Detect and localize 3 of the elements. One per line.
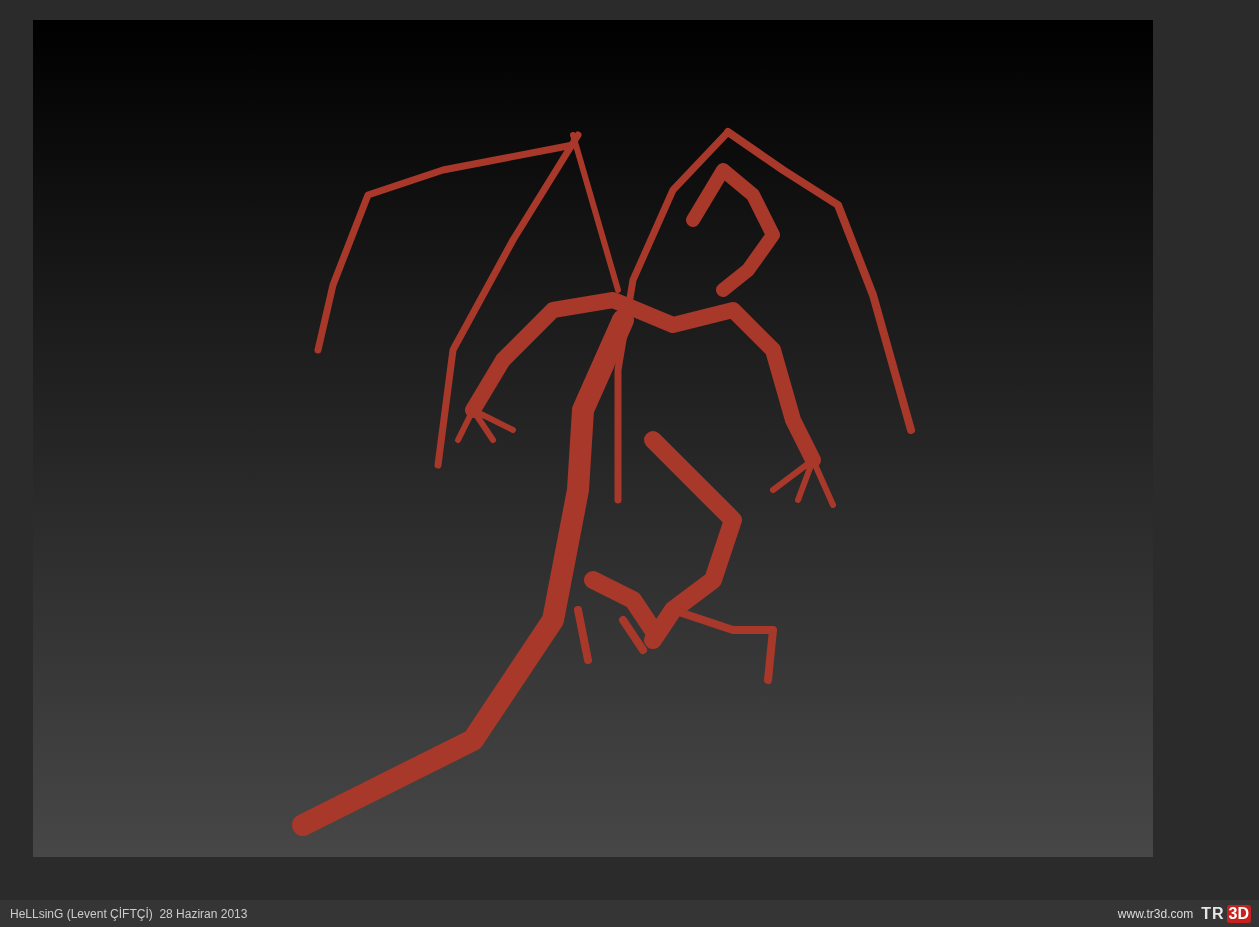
site-logo: TR 3D xyxy=(1201,904,1251,923)
author-date-text: HeLLsinG (Levent ÇİFTÇİ) 28 Haziran 2013 xyxy=(10,906,248,921)
site-link[interactable]: www.tr3d.com xyxy=(1117,906,1194,921)
